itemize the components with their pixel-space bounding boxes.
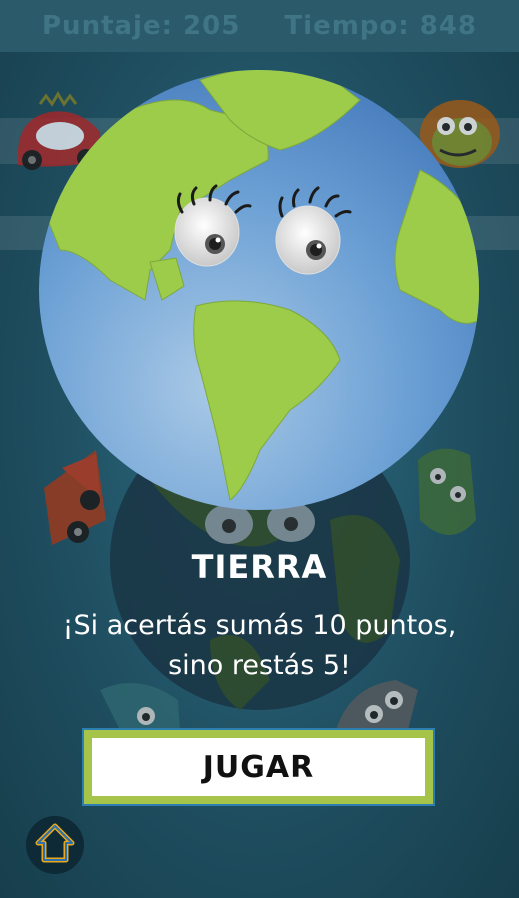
red-arrow-car-character — [44, 450, 106, 545]
reward-message-line1: ¡Si acertás sumás 10 puntos, — [62, 610, 457, 641]
home-button[interactable] — [26, 816, 84, 874]
planet-name: TIERRA — [191, 548, 328, 586]
reward-message: ¡Si acertás sumás 10 puntos, sino restás… — [20, 606, 499, 686]
gray-rock-character — [336, 680, 418, 730]
play-button-frame: JUGAR — [82, 728, 435, 806]
earth-character — [39, 70, 479, 510]
green-leaf-character — [418, 448, 476, 535]
home-arrow-icon — [35, 823, 75, 863]
teal-fish-character — [100, 682, 180, 730]
play-button[interactable]: JUGAR — [92, 738, 425, 796]
reward-message-line2: sino restás 5! — [168, 650, 351, 681]
